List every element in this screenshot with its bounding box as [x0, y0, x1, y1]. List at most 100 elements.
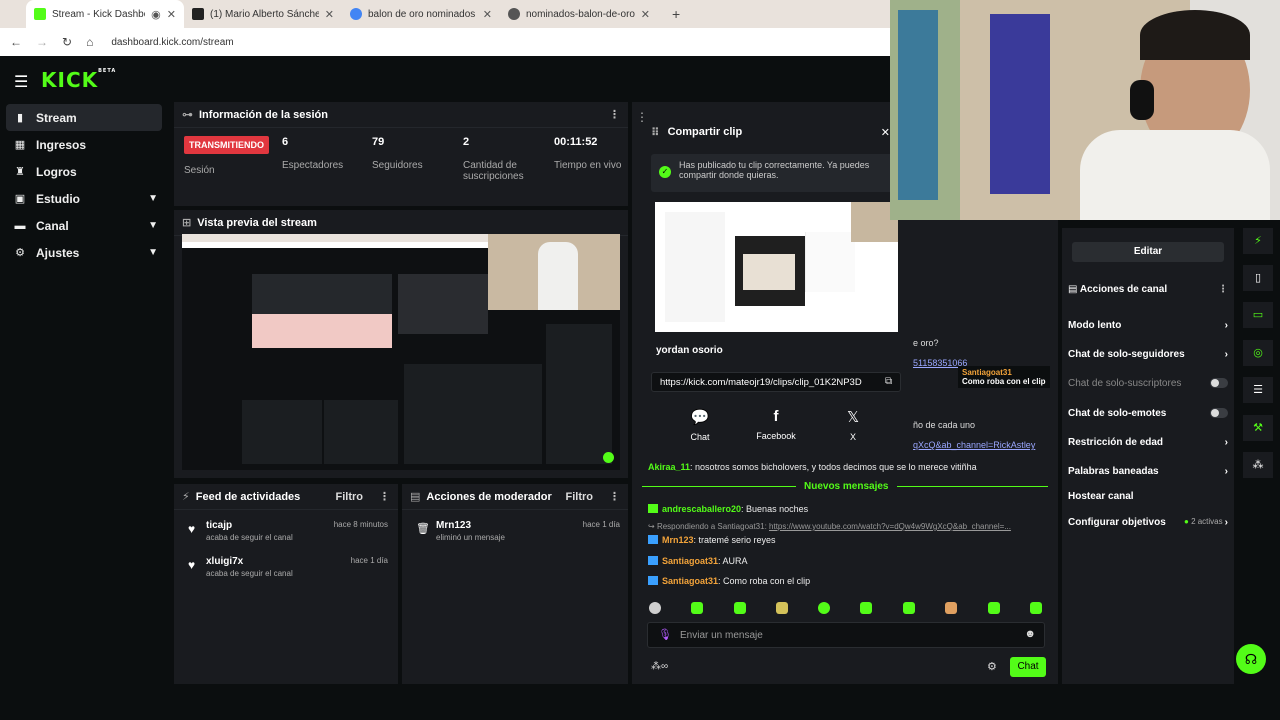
copy-icon[interactable]: ⧉ — [885, 376, 892, 387]
rail-bolt-button[interactable]: ⚡ — [1243, 228, 1273, 254]
close-tab-icon[interactable]: ✕ — [325, 8, 334, 21]
logo-text: KICK — [41, 68, 99, 92]
share-option-label: X — [849, 432, 856, 442]
session-info-panel: ⊶ Información de la sesión ⋮ TRANSMITIENDO… — [174, 102, 628, 206]
rail-more-button[interactable]: ⁂ — [1243, 452, 1273, 478]
close-tab-icon[interactable]: ✕ — [483, 8, 492, 21]
more-options-icon[interactable]: ⋮ — [609, 108, 620, 121]
support-button[interactable]: ☊ — [1236, 644, 1266, 674]
clip-link-field[interactable]: https://kick.com/mateojr19/clips/clip_01… — [651, 372, 901, 392]
share-chat-button[interactable]: 💬 Chat — [675, 408, 725, 442]
action-emotes-only[interactable]: Chat de solo-emotes — [1068, 408, 1228, 419]
emote-icon[interactable] — [818, 602, 830, 614]
activity-feed-panel: ⚡ Feed de actividades Filtro ⋮ ♥ ticajp acab… — [174, 484, 398, 684]
chat-message: Akiraa_11: nosotros somos bicholovers, y… — [648, 462, 977, 472]
rail-tools-button[interactable]: ⚒ — [1243, 415, 1273, 441]
kick-logo[interactable]: KICKBETA — [41, 68, 116, 92]
address-bar: ← → ↻ ⌂ dashboard.kick.com/stream — [0, 28, 890, 56]
goals-count-text: 2 activas — [1191, 517, 1223, 526]
session-status: TRANSMITIENDO Sesión — [184, 136, 269, 176]
home-icon[interactable]: ⌂ — [86, 35, 93, 49]
more-options-icon[interactable]: ⋮ — [609, 490, 620, 503]
rail-list-button[interactable]: ☰ — [1243, 377, 1273, 403]
action-subs-only[interactable]: Chat de solo-suscriptores — [1068, 378, 1228, 389]
active-dot-icon: ● — [1184, 517, 1192, 526]
chat-username[interactable]: Mrn123 — [662, 535, 694, 545]
emote-icon[interactable] — [649, 602, 661, 614]
emoji-icon[interactable]: ☻ — [1024, 628, 1036, 640]
forward-icon[interactable]: → — [36, 35, 48, 49]
list-item: ♥ xluigi7x acaba de seguir el canal hace … — [188, 556, 388, 578]
studio-icon: ▣ — [14, 193, 26, 205]
chat-tools-icon[interactable]: ⁂∞ — [651, 661, 668, 672]
action-label: Hostear canal — [1068, 491, 1134, 502]
mod-icon: ▤ — [410, 491, 421, 503]
sidebar-item-ingresos[interactable]: ▦ Ingresos — [0, 131, 170, 158]
back-icon[interactable]: ← — [10, 35, 22, 49]
share-facebook-button[interactable]: f Facebook — [751, 408, 801, 441]
action-banned-words[interactable]: Palabras baneadas › — [1068, 466, 1228, 477]
chat-message: Santiagoat31: AURA — [648, 556, 748, 566]
emote-icon[interactable] — [691, 602, 703, 614]
reply-link[interactable]: https://www.youtube.com/watch?v=dQw4w9Wg… — [769, 522, 1011, 531]
sidebar-item-canal[interactable]: ▬ Canal ▼ — [0, 212, 170, 239]
drag-handle-icon[interactable]: ⠿ — [651, 126, 660, 139]
emote-icon[interactable] — [988, 602, 1000, 614]
share-x-button[interactable]: 𝕏X — [828, 408, 878, 442]
more-options-icon[interactable]: ⋮ — [379, 490, 390, 503]
microphone-icon[interactable]: 🎙 — [658, 628, 672, 641]
reload-icon[interactable]: ↻ — [62, 35, 72, 49]
rail-note-button[interactable]: ▯ — [1243, 265, 1273, 291]
more-options-icon[interactable]: ⋮ — [1218, 284, 1228, 295]
chat-username[interactable]: andrescaballero20 — [662, 504, 741, 514]
gear-icon[interactable]: ⚙ — [987, 660, 997, 673]
browser-tab-kick[interactable]: Stream - Kick Dashboard ◉ ✕ — [26, 0, 184, 28]
emote-icon[interactable] — [903, 602, 915, 614]
send-chat-button[interactable]: Chat — [1010, 657, 1046, 677]
url-field[interactable]: dashboard.kick.com/stream — [111, 37, 233, 48]
hamburger-menu-icon[interactable]: ☰ — [14, 72, 28, 92]
subs-only-toggle[interactable] — [1210, 378, 1228, 388]
action-host-channel[interactable]: Hostear canal — [1068, 491, 1228, 502]
emote-icon[interactable] — [1030, 602, 1042, 614]
rail-broadcast-button[interactable]: ◎ — [1243, 340, 1273, 366]
webcam-overlay — [890, 0, 1280, 220]
session-info-header: ⊶ Información de la sesión ⋮ — [174, 102, 628, 128]
sidebar-item-estudio[interactable]: ▣ Estudio ▼ — [0, 185, 170, 212]
action-followers-only[interactable]: Chat de solo-seguidores › — [1068, 349, 1228, 360]
chat-username[interactable]: Santiagoat31 — [662, 576, 718, 586]
new-tab-icon[interactable]: + — [672, 6, 680, 22]
chat-username[interactable]: Santiagoat31 — [662, 556, 718, 566]
mod-filter-button[interactable]: Filtro — [566, 491, 594, 503]
stream-preview-video[interactable] — [182, 234, 620, 470]
emote-icon[interactable] — [776, 602, 788, 614]
emote-icon[interactable] — [860, 602, 872, 614]
chat-username[interactable]: Akiraa_11 — [648, 462, 690, 472]
success-text: Has publicado tu clip correctamente. Ya … — [679, 160, 870, 180]
emotes-only-toggle[interactable] — [1210, 408, 1228, 418]
tab-audio-icon[interactable]: ◉ — [151, 8, 161, 21]
sidebar-item-stream[interactable]: ▮ Stream — [6, 104, 162, 131]
clip-thumbnail[interactable] — [655, 202, 898, 332]
feed-icon: ⚡ — [182, 491, 190, 503]
chat-input[interactable]: 🎙 Enviar un mensaje ☻ — [647, 622, 1045, 648]
chat-message: Santiagoat31: Como roba con el clip — [648, 576, 810, 586]
browser-tab-google[interactable]: balon de oro nominados 2025 ✕ — [342, 0, 500, 28]
feed-desc: acaba de seguir el canal — [206, 533, 293, 542]
close-tab-icon[interactable]: ✕ — [167, 8, 176, 21]
sidebar-item-ajustes[interactable]: ⚙ Ajustes ▼ — [0, 239, 170, 266]
close-icon[interactable]: ✕ — [881, 126, 890, 139]
action-configure-goals[interactable]: Configurar objetivos ● 2 activas › — [1068, 517, 1228, 528]
emote-icon[interactable] — [945, 602, 957, 614]
close-tab-icon[interactable]: ✕ — [641, 8, 650, 21]
browser-tab-x[interactable]: (1) Mario Alberto Sánchez en X ✕ — [184, 0, 342, 28]
feed-filter-button[interactable]: Filtro — [336, 491, 364, 503]
browser-tab-nominados[interactable]: nominados-balon-de-oro-2025 ✕ — [500, 0, 658, 28]
emote-icon[interactable] — [734, 602, 746, 614]
action-age-restriction[interactable]: Restricción de edad › — [1068, 437, 1228, 448]
action-slow-mode[interactable]: Modo lento › — [1068, 320, 1228, 331]
rail-chat-button[interactable]: ▭ — [1243, 302, 1273, 328]
chat-partial-link[interactable]: qXcQ&ab_channel=RickAstley — [913, 440, 1035, 450]
sidebar-item-logros[interactable]: ♜ Logros — [0, 158, 170, 185]
edit-button[interactable]: Editar — [1072, 242, 1224, 262]
